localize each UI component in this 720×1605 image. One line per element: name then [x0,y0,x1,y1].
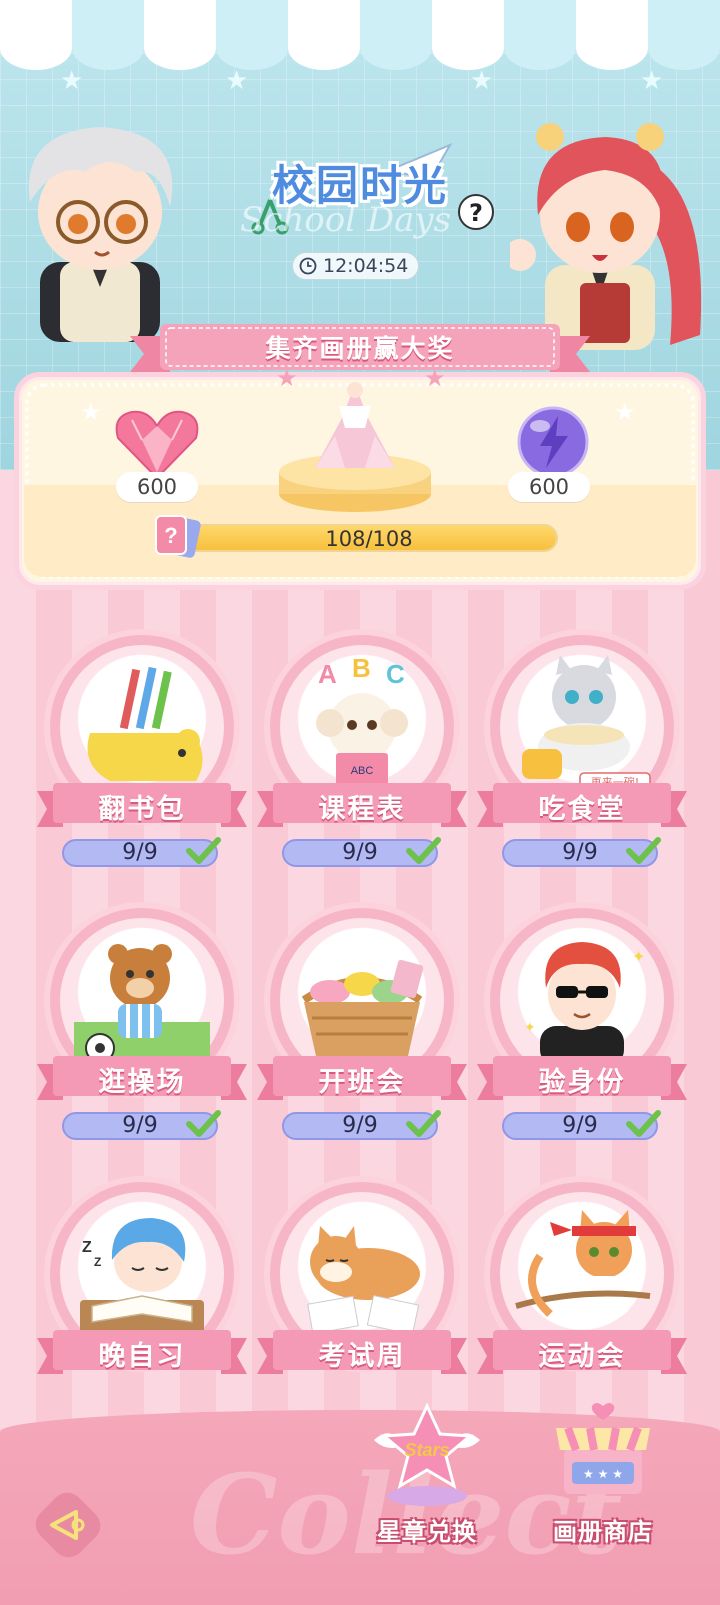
abc-puppy-icon: A B C ABC [316,653,408,785]
event-title: 校园时光 [272,161,449,210]
svg-text:ABC: ABC [351,765,374,777]
clock-icon [299,257,317,275]
album-card[interactable]: 再来一碗! 吃食堂 9/9 [477,635,687,873]
checkmark-icon [186,837,221,864]
ribbon-title-holder: 集齐画册赢大奖 [130,318,590,380]
svg-text:A: A [318,659,337,689]
album-card[interactable]: 逛操场 9/9 [37,908,247,1146]
sleeping-student-icon: Z Z [80,1218,204,1334]
album-card-label: 翻书包 [98,794,186,825]
awning-decoration [0,0,720,70]
event-page: ★ ★ ★ ★ School Days 校园时光 ? 12:04:54 集齐画册… [0,0,720,1605]
timer-text: 12:04:54 [323,255,409,277]
progress-text: 108/108 [325,527,413,551]
shiba-exam-icon [307,1226,420,1336]
album-card[interactable]: 考试周 [257,1182,467,1420]
boy-character-illustration [28,127,173,342]
cat-tug-icon [515,1210,651,1317]
star-icon: ★ [470,66,494,96]
cool-boy-icon: ✦ ✦ [524,942,645,1066]
album-card[interactable]: 运动会 [477,1182,687,1420]
album-card-label: 考试周 [318,1341,406,1372]
back-button[interactable] [32,1490,104,1560]
checkmark-icon [626,837,661,864]
checkmark-icon [406,837,441,864]
ribbon-title: 集齐画册赢大奖 [265,334,455,363]
star-icon: ★ [225,66,249,96]
album-shop-label: 画册商店 [553,1518,653,1546]
star-icon: ★ [614,398,636,426]
album-shop-button[interactable]: ★ ★ ★ 画册商店 [538,1400,668,1550]
svg-text:C: C [386,659,405,689]
energy-orb-count: 600 [508,472,590,502]
svg-text:✦: ✦ [632,947,645,966]
album-card[interactable]: ✦ ✦ 验身份 9/9 [477,908,687,1146]
album-card-label: 验身份 [538,1067,626,1098]
lightning-orb-icon [517,406,589,478]
dress-outfit-reward[interactable] [275,376,435,518]
album-card[interactable]: A B C ABC 课程表 9/9 [257,635,467,873]
star-icon: ★ [80,398,102,426]
pencil-case-icon [87,666,203,781]
star-exchange-button[interactable]: Stars 星章兑换 [362,1400,492,1550]
girl-character-illustration [510,123,702,350]
shop-stall-icon: ★ ★ ★ [556,1403,650,1494]
svg-text:✦: ✦ [524,1020,536,1036]
event-title-block: School Days 校园时光 ? 12:04:54 [230,140,494,290]
album-card-label: 开班会 [318,1067,406,1098]
star-exchange-label: 星章兑换 [377,1518,477,1546]
countdown-timer: 12:04:54 [292,252,420,280]
star-icon: ★ [60,66,84,96]
checkmark-icon [186,1110,221,1137]
album-card-label: 运动会 [538,1341,626,1372]
album-card-label: 晚自习 [98,1341,186,1372]
star-icon: ★ [640,66,664,96]
album-card[interactable]: 开班会 9/9 [257,908,467,1146]
svg-text:★ ★ ★: ★ ★ ★ [583,1467,623,1481]
cat-noodles-icon: 再来一碗! [522,655,651,792]
svg-text:Z: Z [82,1239,92,1256]
heart-gem-icon [115,410,199,480]
energy-orb-reward[interactable]: 600 [508,402,598,518]
album-card-label: 逛操场 [98,1067,186,1098]
svg-text:B: B [352,653,371,683]
bear-soccer-icon [74,944,210,1066]
album-card-label: 吃食堂 [538,794,626,825]
stars-badge-text: Stars [404,1440,449,1460]
checkmark-icon [406,1110,441,1137]
heart-gem-reward[interactable]: 600 [112,408,202,518]
svg-text:Z: Z [94,1255,101,1269]
album-card[interactable]: Z Z 晚自习 [37,1182,247,1420]
heart-gem-count: 600 [116,472,198,502]
help-button[interactable]: ? [458,194,494,230]
snack-basket-icon [301,959,424,1056]
album-card[interactable]: 翻书包 9/9 [37,635,247,873]
question-card-icon: ? [155,515,201,558]
svg-text:?: ? [164,523,177,548]
stars-badge-icon: Stars [374,1402,480,1506]
checkmark-icon [626,1110,661,1137]
album-card-label: 课程表 [318,794,406,825]
